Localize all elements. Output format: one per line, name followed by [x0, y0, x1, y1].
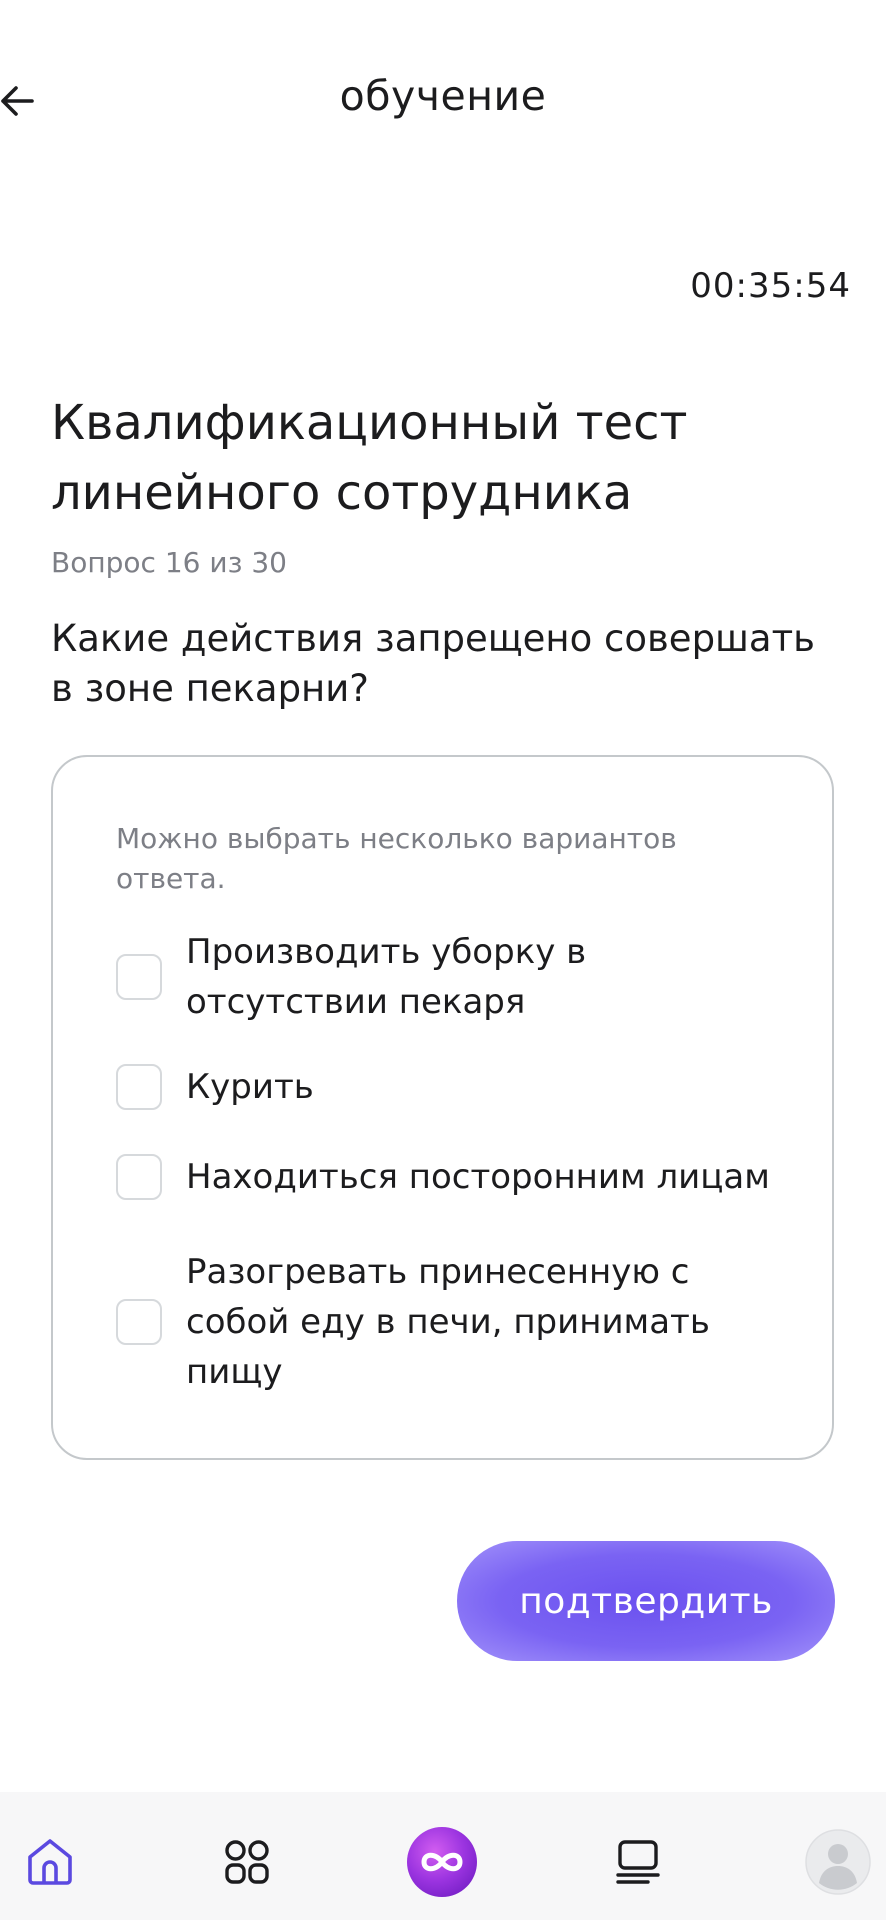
infinity-logo-icon	[407, 1827, 477, 1897]
checkbox[interactable]	[116, 1154, 162, 1200]
question-text: Какие действия запрещено совершать в зон…	[51, 617, 815, 710]
answer-option-label: Курить	[186, 1067, 314, 1107]
answer-option-4[interactable]: Разогревать принесенную с собой еду в пе…	[116, 1247, 796, 1397]
grid-icon	[225, 1840, 269, 1884]
checkbox[interactable]	[116, 1299, 162, 1345]
nav-profile[interactable]	[800, 1824, 876, 1900]
answer-option-1[interactable]: Производить уборку в отсутствии пекаря	[116, 927, 796, 1027]
page-title: обучение	[339, 72, 547, 120]
confirm-button[interactable]: подтвердить	[457, 1541, 835, 1661]
answer-option-label: Находиться посторонним лицам	[186, 1157, 770, 1197]
answers-card: Можно выбрать несколько вариантов ответа…	[51, 755, 834, 1460]
answer-option-2[interactable]: Курить	[116, 1062, 796, 1112]
nav-home[interactable]	[12, 1824, 88, 1900]
courses-icon	[616, 1840, 660, 1884]
app-header: обучение	[0, 0, 886, 205]
bottom-nav	[0, 1792, 886, 1920]
nav-main[interactable]	[404, 1824, 480, 1900]
answer-option-3[interactable]: Находиться посторонним лицам	[116, 1152, 796, 1202]
checkbox[interactable]	[116, 1064, 162, 1110]
profile-avatar-icon	[805, 1829, 871, 1895]
nav-courses[interactable]	[600, 1824, 676, 1900]
countdown-timer: 00:35:54	[690, 266, 851, 306]
answer-option-label: Разогревать принесенную с собой еду в пе…	[186, 1252, 710, 1392]
test-title: Квалификационный тест линейного сотрудни…	[51, 395, 688, 521]
answers-hint: Можно выбрать несколько вариантов ответа…	[116, 822, 677, 895]
checkbox[interactable]	[116, 954, 162, 1000]
question-counter: Вопрос 16 из 30	[51, 546, 287, 579]
answer-option-label: Производить уборку в отсутствии пекаря	[186, 932, 587, 1022]
nav-catalog[interactable]	[209, 1824, 285, 1900]
home-icon	[28, 1839, 72, 1885]
